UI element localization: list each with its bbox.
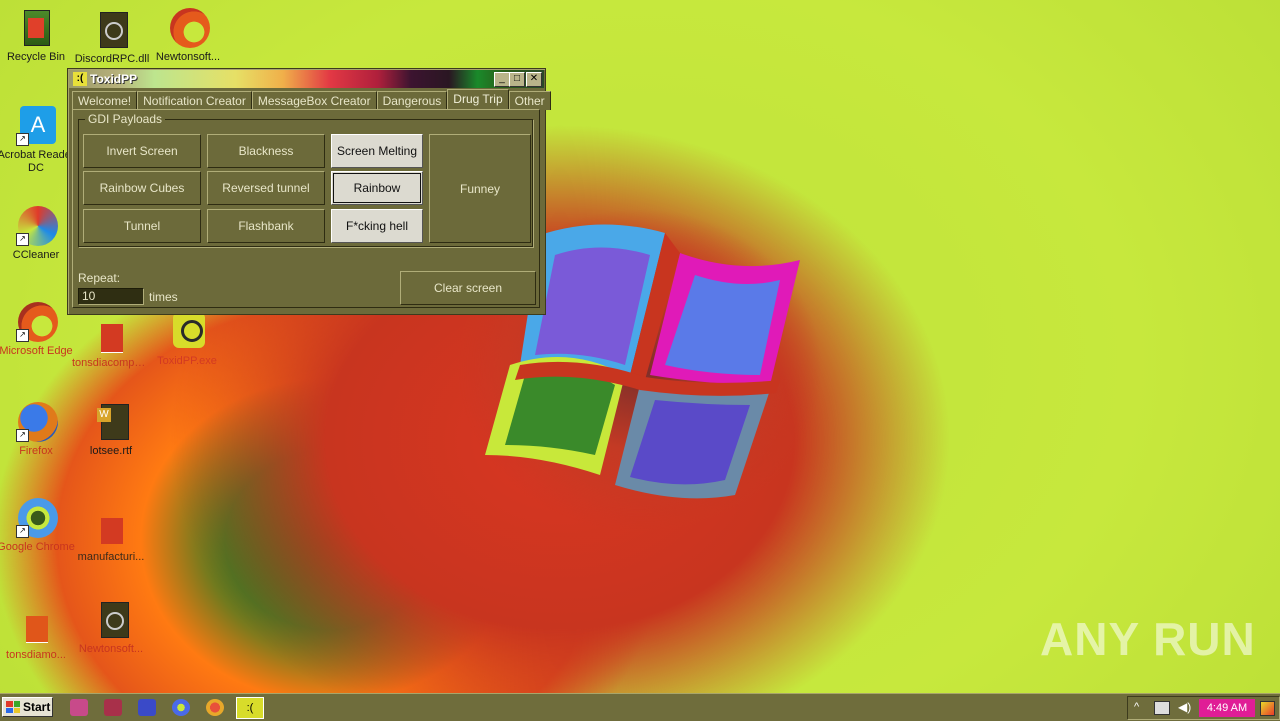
reversed-tunnel-button[interactable]: Reversed tunnel: [207, 171, 325, 205]
tab-drug-trip[interactable]: Drug Trip: [447, 89, 509, 110]
repeat-count-input[interactable]: 10: [78, 288, 144, 305]
gdi-payloads-group: GDI Payloads Invert Screen Blackness Scr…: [78, 112, 533, 247]
tab-notification-creator[interactable]: Notification Creator: [137, 91, 252, 110]
clock[interactable]: 4:49 AM: [1199, 699, 1255, 717]
recycle-bin-icon: [16, 8, 56, 48]
firefox-icon: ↗: [16, 402, 58, 442]
flashbank-button[interactable]: Flashbank: [207, 209, 325, 243]
document-icon: [91, 314, 131, 354]
screen-melting-button[interactable]: Screen Melting: [331, 134, 423, 168]
desktop-icon-tonsdiamo[interactable]: tonsdiamo...: [0, 606, 75, 662]
start-button[interactable]: Start: [2, 697, 53, 717]
quicklaunch-firefox-icon[interactable]: [206, 699, 224, 716]
desktop-icon-firefox[interactable]: ↗ Firefox: [0, 402, 75, 458]
desktop-icon-discordrpc[interactable]: DiscordRPC.dll: [73, 10, 151, 66]
desktop-icon-acrobat[interactable]: A ↗ Acrobat Reader DC: [0, 106, 75, 175]
desktop-icon-lotsee[interactable]: W lotsee.rtf: [72, 402, 150, 458]
tab-strip: Welcome! Notification Creator MessageBox…: [72, 89, 551, 110]
volume-icon[interactable]: ◀): [1178, 700, 1191, 714]
desktop-icon-manufacturi[interactable]: manufacturi...: [72, 508, 150, 564]
windows-flag-icon: [6, 701, 20, 713]
tab-dangerous[interactable]: Dangerous: [376, 91, 448, 110]
dll-file-icon: [92, 10, 132, 50]
toxidpp-window: :( ToxidPP _ □ ✕ Welcome! Notification C…: [67, 68, 551, 315]
anyrun-watermark: ANY RUN: [1040, 613, 1256, 665]
minimize-button[interactable]: _: [494, 72, 510, 87]
system-tray: ^ ◀) 4:49 AM: [1127, 696, 1280, 720]
quicklaunch-media-icon[interactable]: [138, 699, 156, 716]
quicklaunch-folder-icon[interactable]: [104, 699, 122, 716]
desktop-icon-recycle-bin[interactable]: Recycle Bin: [0, 8, 75, 64]
title-bar[interactable]: :( ToxidPP _ □ ✕: [69, 70, 544, 88]
desktop-icon-toxidpp[interactable]: ToxidPP.exe: [148, 312, 226, 368]
desktop-icon-ccleaner[interactable]: ↗ CCleaner: [0, 206, 75, 262]
maximize-button[interactable]: □: [509, 72, 525, 87]
tab-other[interactable]: Other: [508, 91, 551, 110]
quicklaunch-app-icon[interactable]: [70, 699, 88, 716]
rainbow-button[interactable]: Rainbow: [331, 171, 423, 205]
edge-icon: ↗: [16, 302, 58, 342]
funney-button[interactable]: Funney: [429, 134, 531, 243]
window-title: ToxidPP: [90, 72, 138, 86]
tab-messagebox-creator[interactable]: MessageBox Creator: [251, 91, 377, 110]
toxidpp-exe-icon: [167, 312, 207, 352]
edge-style-icon: [168, 8, 210, 48]
document-icon: [16, 606, 56, 646]
desktop-icon-newtonsoft-bottom[interactable]: Newtonsoft...: [72, 600, 150, 656]
fcking-hell-button[interactable]: F*cking hell: [331, 209, 423, 243]
taskbar-toxidpp-button[interactable]: :(: [236, 697, 264, 719]
dll-file-icon: [91, 600, 131, 640]
network-icon[interactable]: [1154, 701, 1170, 715]
gdi-payloads-title: GDI Payloads: [85, 112, 166, 126]
clear-screen-button[interactable]: Clear screen: [400, 271, 536, 305]
tab-welcome[interactable]: Welcome!: [72, 91, 138, 110]
rainbow-cubes-button[interactable]: Rainbow Cubes: [83, 171, 201, 205]
tunnel-button[interactable]: Tunnel: [83, 209, 201, 243]
blackness-button[interactable]: Blackness: [207, 134, 325, 168]
desktop-icon-tonsdiacompan[interactable]: tonsdiacompan...: [72, 314, 150, 370]
times-label: times: [149, 290, 178, 304]
close-button[interactable]: ✕: [526, 72, 542, 87]
acrobat-icon: A ↗: [16, 106, 56, 146]
chrome-icon: ↗: [16, 498, 58, 538]
invert-screen-button[interactable]: Invert Screen: [83, 134, 201, 168]
start-label: Start: [23, 700, 51, 714]
word-doc-icon: W: [91, 402, 131, 442]
action-center-icon[interactable]: [1260, 701, 1275, 716]
repeat-label: Repeat:: [78, 271, 121, 285]
drug-trip-panel: GDI Payloads Invert Screen Blackness Scr…: [72, 109, 540, 308]
taskbar: Start :( ^ ◀) 4:49 AM: [0, 693, 1280, 721]
show-hidden-icons-icon[interactable]: ^: [1134, 701, 1139, 713]
desktop-icon-newtonsoft-top[interactable]: Newtonsoft...: [149, 8, 227, 64]
app-icon: :(: [73, 72, 87, 86]
desktop-icon-chrome[interactable]: ↗ Google Chrome: [0, 498, 75, 554]
quicklaunch-chrome-icon[interactable]: [172, 699, 190, 716]
ccleaner-icon: ↗: [16, 206, 58, 246]
document-icon: [91, 508, 131, 548]
desktop-icon-edge[interactable]: ↗ Microsoft Edge: [0, 302, 75, 358]
